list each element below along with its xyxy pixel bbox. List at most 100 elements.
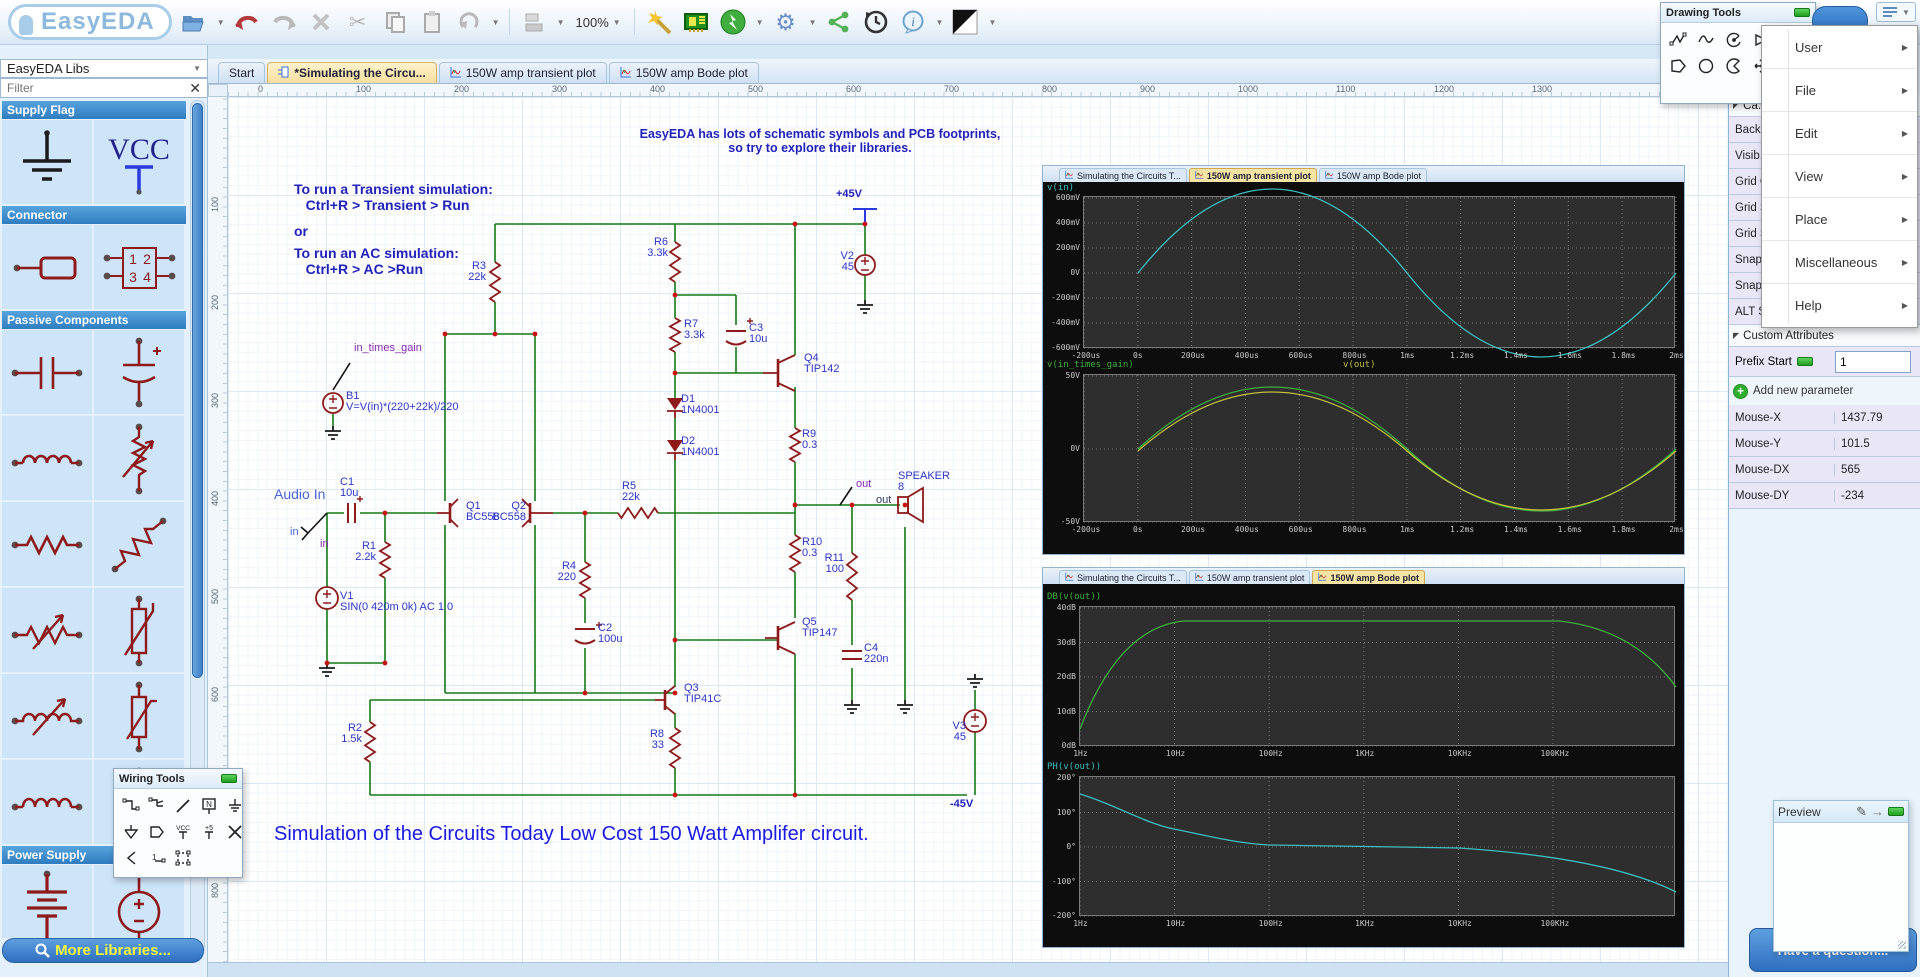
component-label: -45V [950, 799, 973, 810]
tab-start[interactable]: Start [218, 62, 265, 83]
drawing-tools-minimize-icon[interactable] [1794, 8, 1810, 17]
pcb-icon[interactable] [681, 6, 711, 38]
menu-item-edit[interactable]: Edit▶ [1762, 112, 1917, 155]
polyline-tool[interactable] [1667, 29, 1689, 51]
ground-symbol[interactable] [2, 120, 92, 204]
prefix-start-input[interactable] [1835, 351, 1911, 373]
coil-symbol[interactable] [2, 760, 92, 844]
wizard-icon[interactable] [644, 6, 674, 38]
group-tool[interactable] [172, 847, 194, 869]
arc-tool[interactable] [1723, 29, 1745, 51]
potentiometer-vertical-symbol[interactable] [94, 416, 184, 500]
align-caret-icon[interactable]: ▼ [557, 18, 565, 27]
delete-icon[interactable] [306, 6, 336, 38]
mouse-row-value: 565 [1835, 464, 1860, 476]
noconnect-tool[interactable] [224, 821, 246, 843]
resize-handle[interactable] [1898, 941, 1906, 949]
vcc-tool[interactable]: VCC [172, 821, 194, 843]
x-tick-label: 1.8ms [1611, 525, 1635, 534]
custom-attributes-header[interactable]: ◤Custom Attributes [1729, 325, 1920, 347]
tab-150w-amp-bode-plot[interactable]: 150W amp Bode plot [609, 62, 759, 83]
copy-icon[interactable] [380, 6, 410, 38]
prefix-toggle-icon[interactable] [1797, 357, 1813, 366]
plot-tab[interactable]: 150W amp transient plot [1189, 168, 1317, 182]
hruler-number: 900 [1140, 84, 1155, 94]
run-caret-icon[interactable]: ▼ [756, 18, 764, 27]
plot-tab[interactable]: Simulating the Circuits T... [1059, 570, 1187, 584]
menu-item-place[interactable]: Place▶ [1762, 198, 1917, 241]
zoom-select[interactable]: 100%▼ [572, 15, 625, 30]
rotate-caret-icon[interactable]: ▼ [492, 18, 500, 27]
line-tool[interactable] [172, 795, 194, 817]
vcc-symbol[interactable]: VCC [94, 120, 184, 204]
bus-tool[interactable] [146, 795, 168, 817]
inductor-symbol[interactable] [2, 416, 92, 500]
bezier-tool[interactable] [1695, 29, 1717, 51]
netlabel-tool[interactable]: N [198, 795, 220, 817]
battery-symbol[interactable] [2, 865, 92, 938]
share-icon[interactable] [824, 6, 854, 38]
list-menu-button[interactable]: ▼ [1876, 2, 1916, 22]
edit-pencil-icon[interactable]: ✎ [1856, 804, 1867, 820]
preview-minimize-icon[interactable] [1888, 807, 1904, 816]
add-parameter-button[interactable]: +Add new parameter [1729, 377, 1920, 405]
open-arrow-icon[interactable]: → [1871, 804, 1884, 819]
menu-item-label: File [1795, 83, 1816, 98]
plot-tab[interactable]: 150W amp Bode plot [1312, 570, 1425, 584]
plot-tab[interactable]: Simulating the Circuits T... [1059, 168, 1187, 182]
tab-150w-amp-transient-plot[interactable]: 150W amp transient plot [439, 62, 607, 83]
filter-clear-icon[interactable]: ✕ [189, 80, 201, 97]
schematic-canvas[interactable]: R3 22kR6 3.3kR7 3.3kC3 10uD1 1N4001D2 1N… [228, 97, 1728, 962]
capacitor-symbol[interactable] [2, 330, 92, 414]
sidebar-scroll-thumb[interactable] [192, 103, 203, 678]
cut-icon[interactable]: ✂ [343, 6, 373, 38]
ground-tool[interactable] [224, 795, 246, 817]
paste-icon[interactable] [417, 6, 447, 38]
busentry-tool[interactable] [120, 847, 142, 869]
tab--simulating-the-circu-[interactable]: *Simulating the Circu... [267, 62, 436, 83]
menu-item-help[interactable]: Help▶ [1762, 284, 1917, 327]
netport-tool[interactable] [146, 821, 168, 843]
settings-gear-icon[interactable]: ⚙ [771, 6, 801, 38]
plug-connector-symbol[interactable] [2, 225, 92, 309]
open-file-caret-icon[interactable]: ▼ [217, 18, 225, 27]
menu-item-miscellaneous[interactable]: Miscellaneous▶ [1762, 241, 1917, 284]
pie-tool[interactable] [1723, 55, 1745, 77]
align-icon[interactable] [519, 6, 549, 38]
varistor-symbol[interactable] [94, 588, 184, 672]
variable-resistor-symbol[interactable] [2, 588, 92, 672]
info-caret-icon[interactable]: ▼ [936, 18, 944, 27]
plot-tab[interactable]: 150W amp Bode plot [1319, 168, 1427, 182]
plot-tab[interactable]: 150W amp transient plot [1189, 570, 1311, 584]
ground2-tool[interactable] [120, 821, 142, 843]
menu-item-file[interactable]: File▶ [1762, 69, 1917, 112]
rotate-icon[interactable] [454, 6, 484, 38]
theme-caret-icon[interactable]: ▼ [988, 18, 996, 27]
more-libraries-button[interactable]: More Libraries... [2, 938, 204, 963]
wire-tool[interactable] [120, 795, 142, 817]
component-label: B1 V=V(in)*(220+22k)/220 [346, 391, 459, 412]
wiring-tools-minimize-icon[interactable] [221, 774, 237, 783]
info-icon[interactable]: i [898, 6, 928, 38]
plus5-tool[interactable]: +5 [198, 821, 220, 843]
filter-input[interactable] [7, 81, 177, 95]
menu-item-view[interactable]: View▶ [1762, 155, 1917, 198]
undo-icon[interactable] [232, 6, 262, 38]
resistor-diagonal-symbol[interactable] [94, 502, 184, 586]
open-file-icon[interactable] [179, 6, 209, 38]
polarized-capacitor-symbol[interactable] [94, 330, 184, 414]
rheostat-symbol[interactable] [2, 674, 92, 758]
resistor-symbol[interactable] [2, 502, 92, 586]
settings-caret-icon[interactable]: ▼ [809, 18, 817, 27]
menu-item-user[interactable]: User▶ [1762, 26, 1917, 69]
pin-tool[interactable]: 1 [146, 847, 168, 869]
header4-connector-symbol[interactable]: 1234 [94, 225, 184, 309]
libs-select[interactable]: EasyEDA Libs▼ [0, 59, 208, 78]
redo-icon[interactable] [269, 6, 299, 38]
polygon-tool[interactable] [1667, 55, 1689, 77]
thermistor-symbol[interactable] [94, 674, 184, 758]
circle-tool[interactable] [1695, 55, 1717, 77]
theme-icon[interactable] [950, 6, 980, 38]
history-icon[interactable] [861, 6, 891, 38]
run-simulation-icon[interactable] [718, 6, 748, 38]
